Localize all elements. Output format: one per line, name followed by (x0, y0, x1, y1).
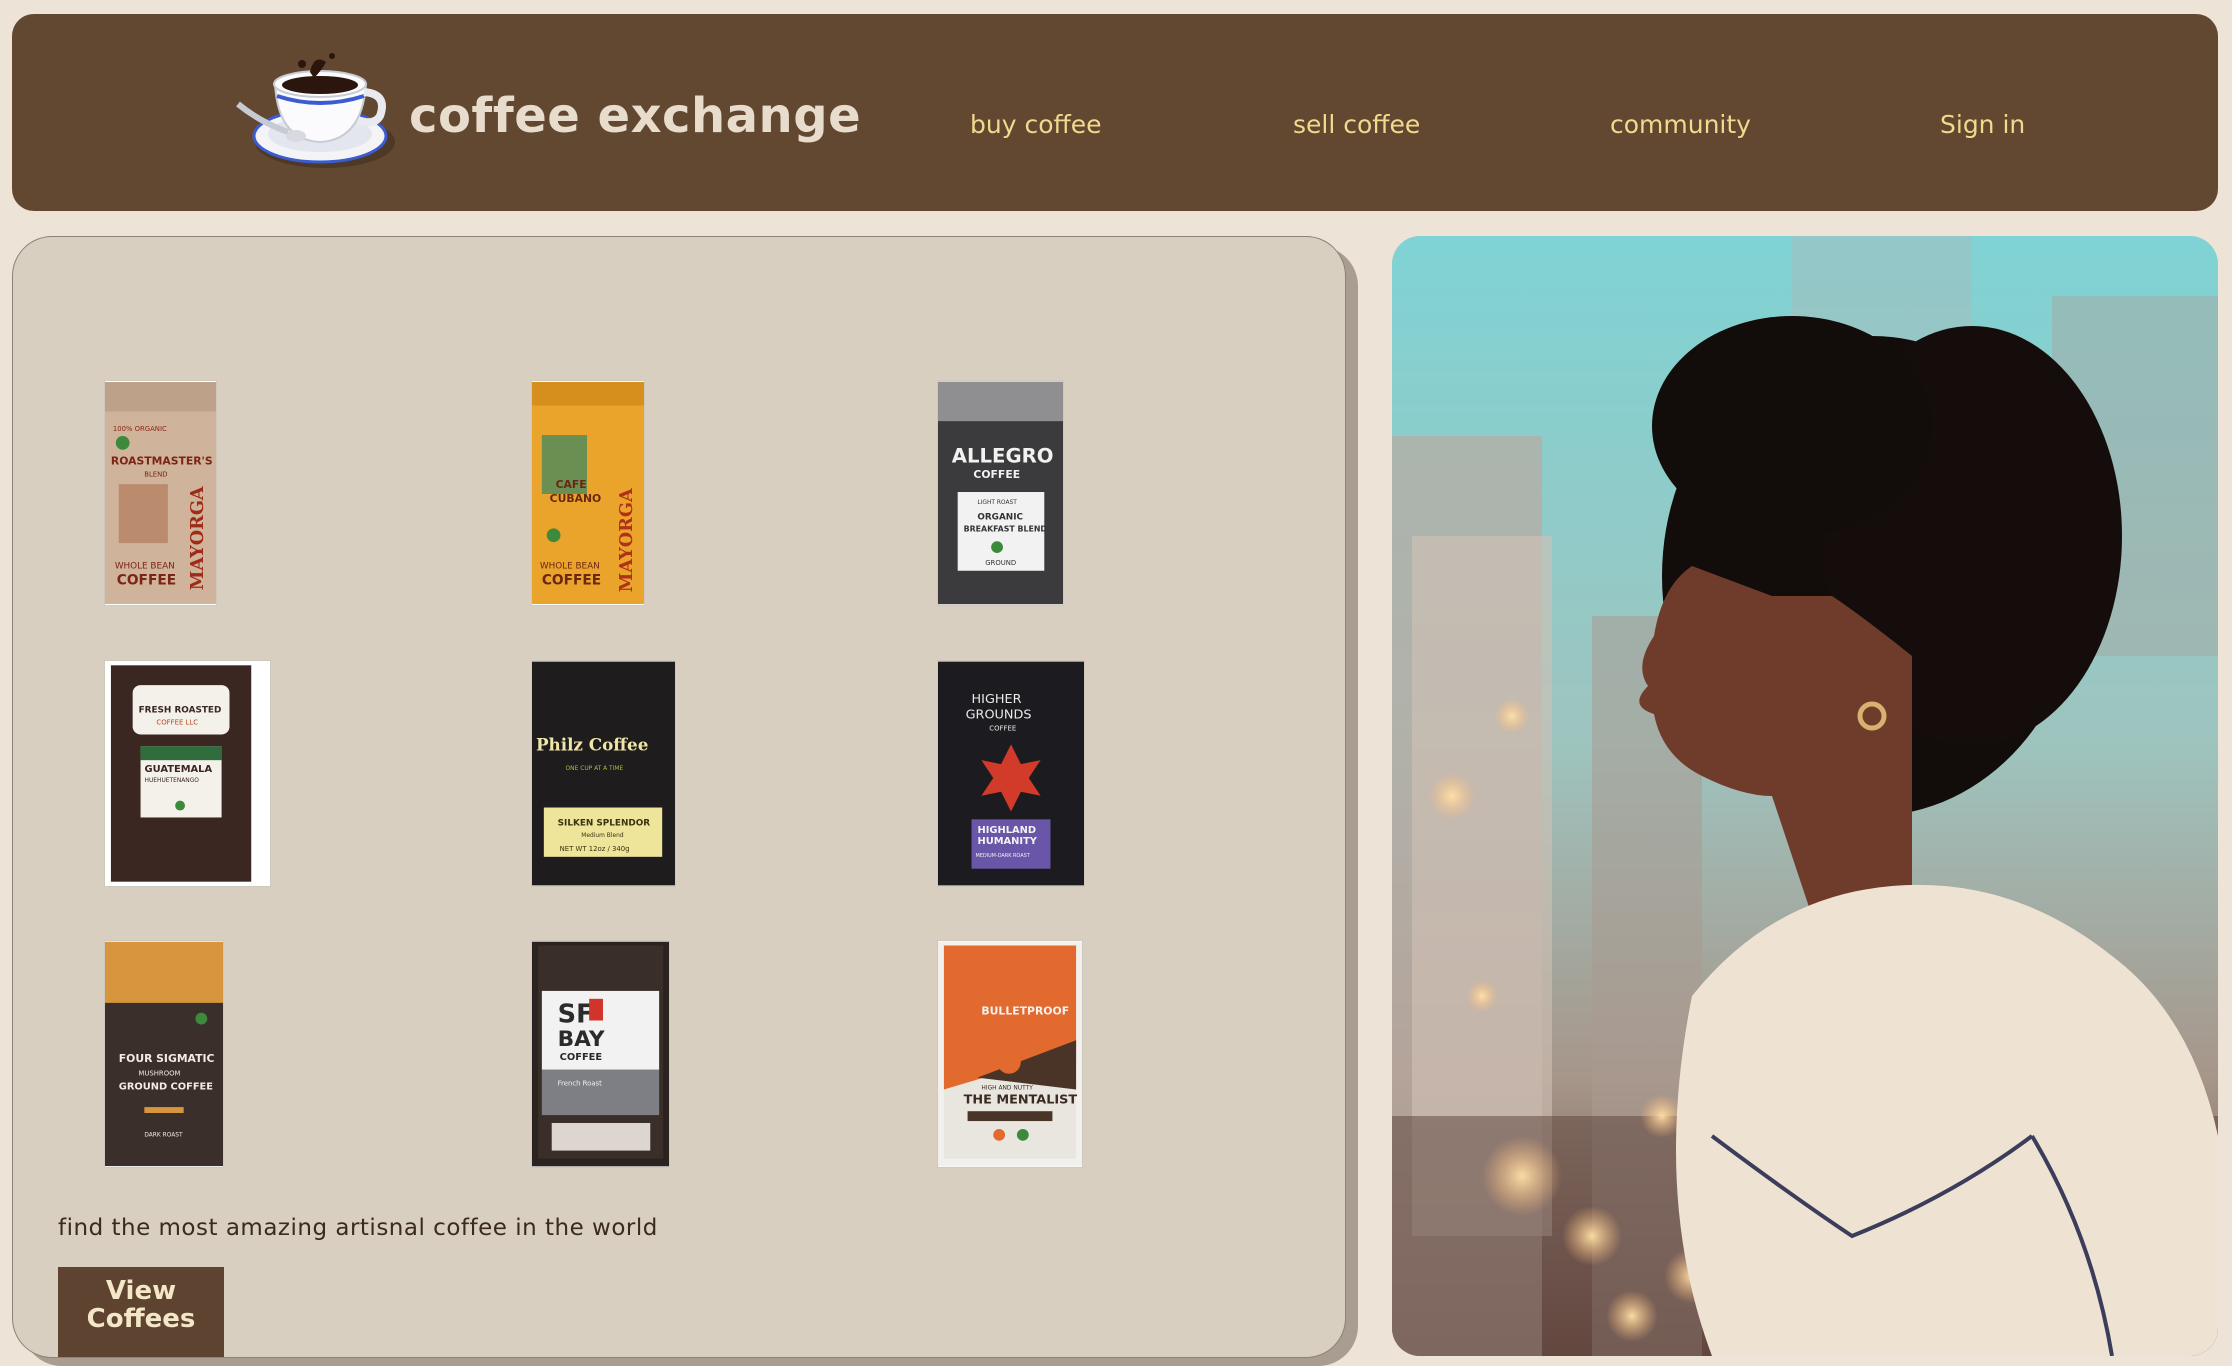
view-coffees-button[interactable]: View Coffees (58, 1267, 224, 1357)
product-bulletproof-mentalist[interactable]: BULLETPROOF HIGH AND NUTTY THE MENTALIST (937, 940, 1083, 1168)
svg-text:GROUND: GROUND (985, 559, 1016, 567)
svg-text:SF: SF (558, 999, 594, 1029)
svg-text:HUMANITY: HUMANITY (977, 836, 1037, 847)
svg-text:BLEND: BLEND (144, 470, 167, 478)
view-coffees-label-line1: View (105, 1276, 177, 1306)
svg-text:COFFEE: COFFEE (973, 468, 1020, 481)
coffee-bag-icon: ALLEGRO COFFEE LIGHT ROAST ORGANIC BREAK… (938, 381, 1063, 605)
coffee-bag-icon: Philz Coffee ONE CUP AT A TIME SILKEN SP… (532, 661, 675, 886)
svg-text:FOUR SIGMATIC: FOUR SIGMATIC (119, 1052, 215, 1065)
coffee-bag-icon: FOUR SIGMATIC MUSHROOM GROUND COFFEE DAR… (105, 941, 223, 1167)
hero-photo (1392, 236, 2218, 1356)
coffee-cup-logo-icon[interactable] (230, 44, 400, 174)
site-header: coffee exchange buy coffee sell coffee c… (12, 14, 2218, 211)
product-mayorga-roastmaster[interactable]: 100% ORGANIC ROASTMASTER'S BLEND WHOLE B… (104, 380, 217, 606)
coffee-bag-icon: CAFE CUBANO WHOLE BEAN COFFEE MAYORGA (532, 381, 644, 605)
svg-text:MUSHROOM: MUSHROOM (138, 1070, 180, 1078)
coffee-bag-icon: HIGHER GROUNDS COFFEE HIGHLAND HUMANITY … (938, 661, 1084, 886)
svg-text:ROASTMASTER'S: ROASTMASTER'S (111, 455, 213, 468)
svg-text:French Roast: French Roast (558, 1080, 603, 1088)
svg-text:NET WT 12oz / 340g: NET WT 12oz / 340g (560, 845, 630, 853)
svg-text:MEDIUM-DARK ROAST: MEDIUM-DARK ROAST (975, 853, 1030, 859)
svg-text:BREAKFAST BLEND: BREAKFAST BLEND (964, 524, 1048, 533)
coffee-bag-icon: BULLETPROOF HIGH AND NUTTY THE MENTALIST (938, 941, 1082, 1167)
svg-text:HIGHER: HIGHER (972, 692, 1022, 707)
product-four-sigmatic[interactable]: FOUR SIGMATIC MUSHROOM GROUND COFFEE DAR… (104, 940, 224, 1168)
svg-text:FRESH ROASTED: FRESH ROASTED (139, 706, 222, 716)
svg-text:HIGH AND NUTTY: HIGH AND NUTTY (981, 1086, 1033, 1092)
svg-text:BULLETPROOF: BULLETPROOF (981, 1005, 1069, 1018)
svg-text:GUATEMALA: GUATEMALA (145, 764, 213, 775)
product-mayorga-cafe-cubano[interactable]: CAFE CUBANO WHOLE BEAN COFFEE MAYORGA (531, 380, 645, 606)
svg-text:WHOLE BEAN: WHOLE BEAN (540, 562, 600, 572)
product-philz-silken-splendor[interactable]: Philz Coffee ONE CUP AT A TIME SILKEN SP… (531, 660, 676, 887)
svg-text:WHOLE BEAN: WHOLE BEAN (115, 562, 175, 572)
coffee-bag-icon: 100% ORGANIC ROASTMASTER'S BLEND WHOLE B… (105, 382, 216, 604)
svg-text:LIGHT ROAST: LIGHT ROAST (977, 500, 1017, 506)
brand-name[interactable]: coffee exchange (409, 88, 861, 144)
svg-text:MAYORGA: MAYORGA (187, 486, 208, 590)
product-fresh-roasted-guatemala[interactable]: FRESH ROASTED COFFEE LLC GUATEMALA HUEHU… (104, 660, 271, 887)
svg-text:GROUND COFFEE: GROUND COFFEE (119, 1081, 213, 1092)
coffee-bag-icon: SF BAY COFFEE French Roast (532, 941, 669, 1167)
product-higher-grounds[interactable]: HIGHER GROUNDS COFFEE HIGHLAND HUMANITY … (937, 660, 1085, 887)
product-sf-bay-coffee[interactable]: SF BAY COFFEE French Roast (531, 940, 670, 1168)
svg-text:100% ORGANIC: 100% ORGANIC (113, 425, 167, 433)
svg-text:COFFEE: COFFEE (542, 572, 601, 588)
svg-text:ALLEGRO: ALLEGRO (952, 444, 1054, 467)
view-coffees-label-line2: Coffees (86, 1304, 196, 1334)
svg-text:BAY: BAY (558, 1027, 605, 1052)
svg-text:Medium Blend: Medium Blend (581, 833, 624, 839)
woman-smelling-coffee-photo-icon (1392, 236, 2218, 1356)
svg-text:SILKEN SPLENDOR: SILKEN SPLENDOR (558, 818, 651, 828)
nav-sell-coffee[interactable]: sell coffee (1293, 110, 1420, 139)
tagline: find the most amazing artisnal coffee in… (58, 1215, 658, 1241)
svg-text:THE MENTALIST: THE MENTALIST (964, 1092, 1078, 1107)
svg-text:DARK ROAST: DARK ROAST (144, 1133, 183, 1139)
svg-text:CAFE: CAFE (556, 478, 587, 491)
svg-text:COFFEE: COFFEE (560, 1052, 603, 1063)
svg-text:CUBANO: CUBANO (550, 492, 602, 505)
product-allegro[interactable]: ALLEGRO COFFEE LIGHT ROAST ORGANIC BREAK… (937, 380, 1064, 606)
svg-text:ORGANIC: ORGANIC (977, 513, 1023, 523)
svg-text:COFFEE: COFFEE (989, 725, 1016, 733)
nav-community[interactable]: community (1610, 110, 1751, 139)
svg-text:Philz Coffee: Philz Coffee (536, 734, 648, 754)
coffee-bag-icon: FRESH ROASTED COFFEE LLC GUATEMALA HUEHU… (105, 661, 270, 886)
svg-text:HUEHUETENANGO: HUEHUETENANGO (145, 778, 200, 784)
nav-sign-in[interactable]: Sign in (1940, 110, 2025, 139)
svg-text:COFFEE LLC: COFFEE LLC (156, 719, 198, 727)
svg-text:GROUNDS: GROUNDS (966, 708, 1032, 723)
svg-text:HIGHLAND: HIGHLAND (977, 825, 1036, 836)
nav-buy-coffee[interactable]: buy coffee (970, 110, 1101, 139)
svg-text:MAYORGA: MAYORGA (616, 488, 637, 592)
svg-text:COFFEE: COFFEE (117, 572, 176, 588)
svg-text:ONE CUP AT A TIME: ONE CUP AT A TIME (566, 766, 624, 772)
